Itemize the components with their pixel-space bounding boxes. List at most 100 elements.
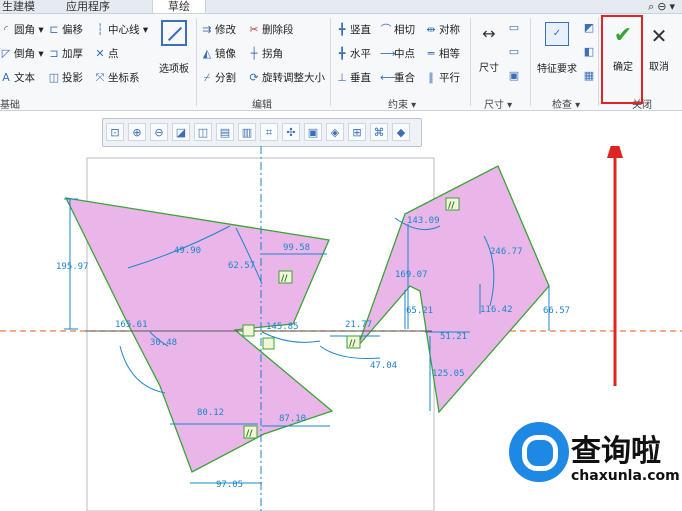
dimension-label: 62.57 xyxy=(228,261,255,271)
corner-button[interactable]: ┼ 拐角 xyxy=(248,46,283,62)
inspect-option-3[interactable]: ▦ xyxy=(583,68,597,84)
grid-display-icon[interactable]: ⊞ xyxy=(348,123,366,141)
symmetric-constraint-button[interactable]: ⇹ 对称 xyxy=(425,22,460,38)
parallel-constraint-button[interactable]: ∥ 平行 xyxy=(425,70,460,86)
vertical-constraint-button[interactable]: ╋ 竖直 xyxy=(336,22,371,38)
dimension-label: 80.12 xyxy=(197,408,224,418)
coincident-constraint-button[interactable]: ⟵重合 xyxy=(380,70,415,86)
refit-icon[interactable]: ⊡ xyxy=(106,123,124,141)
dimension-button[interactable]: ↔ 尺寸 xyxy=(474,24,504,74)
delete-segment-icon: ✂ xyxy=(249,23,259,36)
centerline-button[interactable]: ┆ 中心线 ▾ xyxy=(94,22,148,38)
search-icon xyxy=(509,422,569,482)
group-label-edit: 编辑 xyxy=(252,100,272,111)
group-label-base: 基础 xyxy=(0,100,20,111)
group-label-dimension: 尺寸 ▾ xyxy=(484,100,513,111)
centerline-icon: ┆ xyxy=(96,23,104,36)
dimension-label: 66.57 xyxy=(543,306,570,316)
constraint-display-icon[interactable]: ◈ xyxy=(326,123,344,141)
thicken-button[interactable]: ⊐ 加厚 xyxy=(48,46,83,62)
zoom-out-icon[interactable]: ⊖ xyxy=(150,123,168,141)
svg-text://: // xyxy=(246,429,253,439)
ok-button-highlight xyxy=(601,15,643,104)
csys-button[interactable]: ⤧ 坐标系 xyxy=(94,70,140,86)
feature-requirements-icon: ✓ xyxy=(545,22,569,46)
datum-display-icon[interactable]: ⌗ xyxy=(260,123,278,141)
group-label-inspect: 检查 ▾ xyxy=(552,100,581,111)
sketch-view-icon[interactable]: ◆ xyxy=(392,123,410,141)
text-icon: A xyxy=(2,71,10,84)
annotation-display-icon[interactable]: ▣ xyxy=(304,123,322,141)
corner-icon: ┼ xyxy=(250,47,258,60)
graphics-toolbar: ⊡ ⊕ ⊖ ◪ ◫ ▤ ▥ ⌗ ✣ ▣ ◈ ⊞ ⌘ ◆ xyxy=(102,118,422,147)
midpoint-icon: ⟶ xyxy=(380,47,396,60)
tab-model[interactable]: 生建模 xyxy=(0,0,56,13)
palette-icon xyxy=(161,20,187,46)
dim-baseline-icon: ▭ xyxy=(508,21,520,34)
zoom-in-icon[interactable]: ⊕ xyxy=(128,123,146,141)
delete-segment-button[interactable]: ✂ 删除段 xyxy=(248,22,293,38)
dimension-option-1[interactable]: ▭ xyxy=(508,20,522,36)
dimension-label: 143.09 xyxy=(407,216,440,226)
svg-text://: // xyxy=(281,274,288,284)
watermark-title: 查询啦 xyxy=(571,434,661,469)
svg-text://: // xyxy=(349,339,356,349)
offset-button[interactable]: ⊏ 偏移 xyxy=(48,22,83,38)
dimension-label: 21.77 xyxy=(345,320,372,330)
palette-button[interactable]: 选项板 xyxy=(156,20,192,75)
perpendicular-constraint-button[interactable]: ⊥ 垂直 xyxy=(336,70,371,86)
dimension-label: 165.61 xyxy=(115,320,148,330)
separator xyxy=(470,18,471,106)
text-button[interactable]: A 文本 xyxy=(0,70,35,86)
chamfer-button[interactable]: ◸ 倒角 ▾ xyxy=(0,46,44,62)
cancel-button[interactable]: ✕ 取消 xyxy=(645,24,673,73)
dimension-label: 116.42 xyxy=(480,305,513,315)
vertex-display-icon[interactable]: ⌘ xyxy=(370,123,388,141)
rotate-resize-button[interactable]: ⟳ 旋转调整大小 xyxy=(248,70,325,86)
window-controls[interactable]: ⌕⊖▾ xyxy=(648,0,678,14)
horizontal-constraint-button[interactable]: ╋ 水平 xyxy=(336,46,371,62)
equal-constraint-button[interactable]: ═ 相等 xyxy=(425,46,460,62)
divide-button[interactable]: ⌿ 分割 xyxy=(201,70,236,86)
dimension-option-2[interactable]: ▭ xyxy=(508,44,522,60)
fillet-button[interactable]: ◜ 圆角 ▾ xyxy=(0,22,44,38)
parallel-icon: ∥ xyxy=(428,71,434,84)
repaint-icon[interactable]: ◪ xyxy=(172,123,190,141)
horizontal-icon: ╋ xyxy=(338,47,346,60)
sketch-profile-left xyxy=(64,197,334,473)
dimension-option-3[interactable]: ▣ xyxy=(508,68,522,84)
modify-button[interactable]: ⇉ 修改 xyxy=(201,22,236,38)
tab-applications[interactable]: 应用程序 xyxy=(66,0,130,13)
watermark-url: chaxunla.com xyxy=(571,468,680,484)
tab-sketch[interactable]: 草绘 xyxy=(152,0,206,13)
dimension-label: 97.05 xyxy=(216,480,243,490)
separator xyxy=(330,18,331,106)
inspect-option-1[interactable]: ◩ xyxy=(583,20,597,36)
point-icon: ✕ xyxy=(95,47,105,60)
project-icon: ◫ xyxy=(48,71,60,84)
dimension-label: 49.90 xyxy=(174,246,201,256)
view-orient-icon[interactable]: ◫ xyxy=(194,123,212,141)
overlap-icon: ◩ xyxy=(583,21,595,34)
modify-icon: ⇉ xyxy=(202,23,212,36)
point-button[interactable]: ✕ 点 xyxy=(94,46,118,62)
feature-requirements-button[interactable]: ✓ 特征要求 xyxy=(534,22,580,75)
annotation-arrow-head xyxy=(607,146,623,158)
watermark-logo: 查询啦 chaxunla.com xyxy=(505,420,680,498)
ribbon-tab-bar: 生建模 应用程序 草绘 ⌕⊖▾ xyxy=(0,0,682,14)
project-button[interactable]: ◫ 投影 xyxy=(48,70,83,86)
open-ends-icon: ◧ xyxy=(583,45,595,58)
spin-center-icon[interactable]: ✣ xyxy=(282,123,300,141)
chamfer-icon: ◸ xyxy=(1,47,11,60)
inspect-option-2[interactable]: ◧ xyxy=(583,44,597,60)
mirror-button[interactable]: ◭ 镜像 xyxy=(201,46,236,62)
dimension-label: 145.85 xyxy=(266,322,299,332)
display-style-icon[interactable]: ▥ xyxy=(238,123,256,141)
dimension-label: 30.48 xyxy=(150,338,177,348)
saved-views-icon[interactable]: ▤ xyxy=(216,123,234,141)
tangent-constraint-button[interactable]: ⌒ 相切 xyxy=(380,22,416,38)
symmetric-icon: ⇹ xyxy=(426,23,436,36)
vertical-icon: ╋ xyxy=(338,23,346,36)
midpoint-constraint-button[interactable]: ⟶中点 xyxy=(380,46,415,62)
coincident-icon: ⟵ xyxy=(380,71,396,84)
